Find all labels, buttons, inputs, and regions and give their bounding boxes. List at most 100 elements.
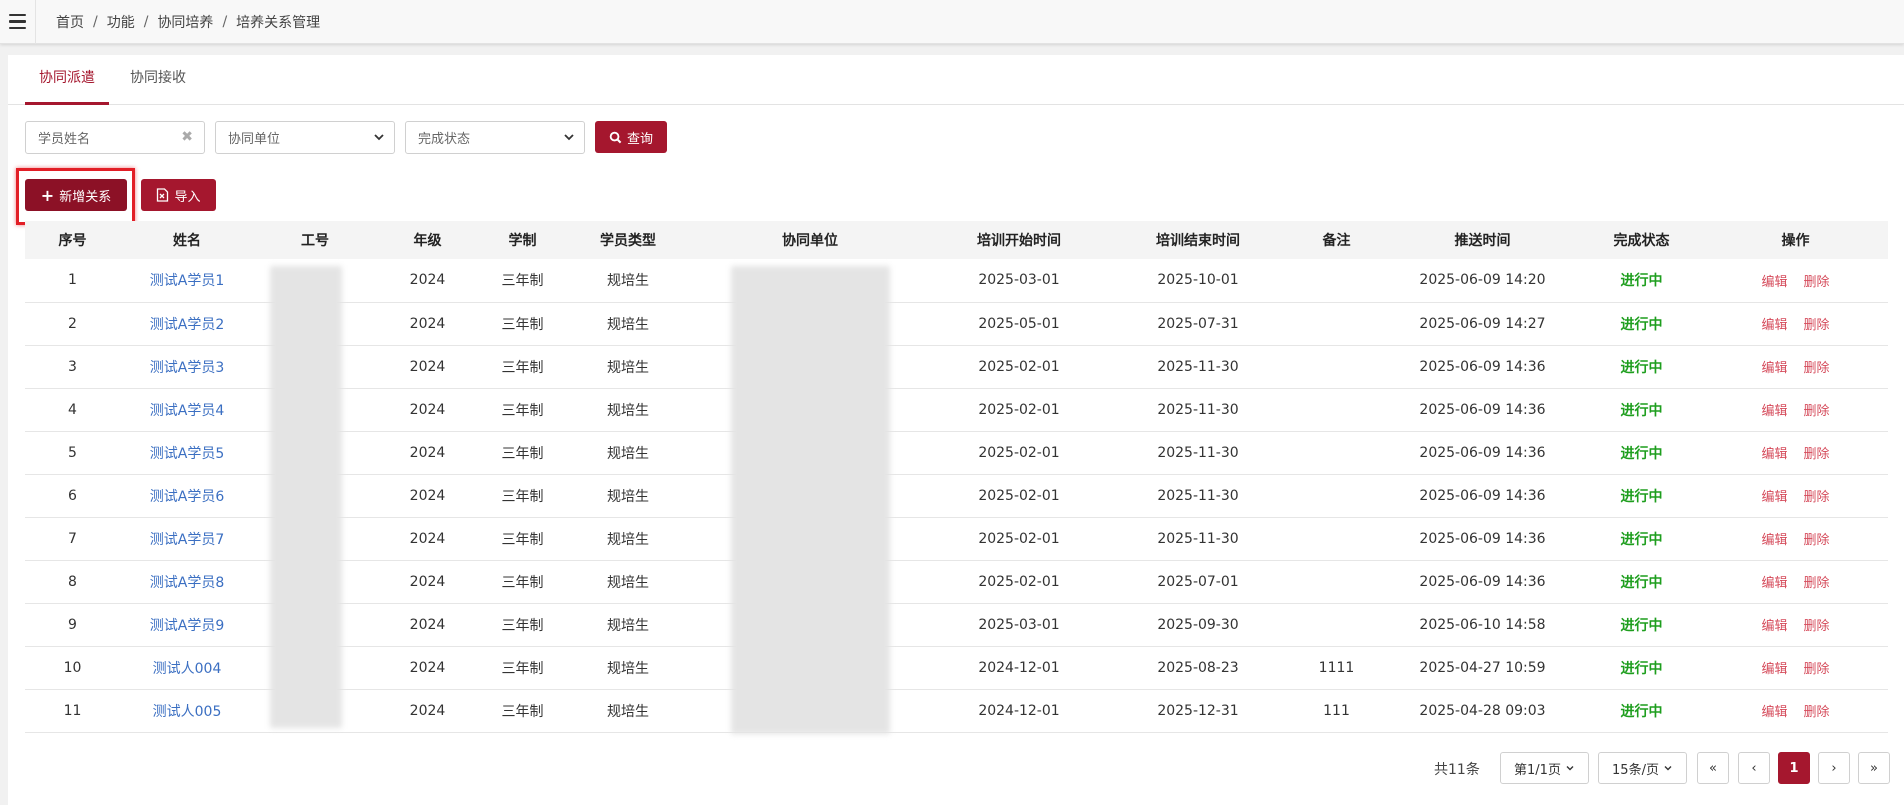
edit-link[interactable]: 编辑 — [1761, 576, 1787, 591]
cell-status: 进行中 — [1620, 703, 1663, 720]
cell-system: 三年制 — [501, 574, 544, 591]
delete-link[interactable]: 删除 — [1804, 576, 1830, 591]
cell-grade: 2024 — [409, 315, 446, 332]
cell-name[interactable]: 测试A学员4 — [120, 388, 254, 431]
cell-push: 2025-06-09 14:36 — [1419, 401, 1546, 418]
cell-no: 7 — [68, 530, 77, 547]
cell-system: 三年制 — [501, 402, 544, 419]
edit-link[interactable]: 编辑 — [1761, 275, 1787, 290]
cell-name[interactable]: 测试A学员2 — [120, 302, 254, 345]
page-size-label: 15条/页 — [1612, 762, 1659, 778]
cell-note — [1288, 388, 1385, 431]
header-status: 完成状态 — [1613, 233, 1670, 249]
cell-push: 2025-06-09 14:36 — [1419, 487, 1546, 504]
cell-status: 进行中 — [1620, 273, 1663, 290]
cell-name[interactable]: 测试A学员5 — [120, 431, 254, 474]
import-label: 导入 — [174, 189, 201, 205]
cell-start: 2025-03-01 — [978, 616, 1060, 633]
page-info-dropdown[interactable]: 第1/1页 — [1500, 752, 1589, 784]
current-page-button[interactable]: 1 — [1778, 752, 1810, 784]
cell-name[interactable]: 测试A学员6 — [120, 474, 254, 517]
cell-actions: 编辑 删除 — [1703, 689, 1888, 732]
delete-link[interactable]: 删除 — [1804, 404, 1830, 419]
edit-link[interactable]: 编辑 — [1761, 447, 1787, 462]
import-button[interactable]: 导入 — [141, 179, 216, 211]
student-name-input[interactable]: 学员姓名 ✖ — [25, 121, 205, 154]
cell-name[interactable]: 测试A学员1 — [120, 259, 254, 302]
cell-system: 三年制 — [501, 488, 544, 505]
page-size-dropdown[interactable]: 15条/页 — [1598, 752, 1687, 784]
edit-link[interactable]: 编辑 — [1761, 318, 1787, 333]
tab-dispatch[interactable]: 协同派遣 — [25, 55, 109, 105]
header-name: 姓名 — [173, 233, 201, 249]
cell-name[interactable]: 测试人005 — [120, 689, 254, 732]
cell-end: 2025-11-30 — [1157, 487, 1239, 504]
clear-icon[interactable]: ✖ — [181, 129, 193, 145]
cell-name[interactable]: 测试人004 — [120, 646, 254, 689]
edit-link[interactable]: 编辑 — [1761, 705, 1787, 720]
delete-link[interactable]: 删除 — [1804, 275, 1830, 290]
hamburger-menu-icon[interactable] — [0, 0, 36, 44]
cell-name[interactable]: 测试A学员7 — [120, 517, 254, 560]
cell-type: 规培生 — [607, 488, 649, 505]
delete-link[interactable]: 删除 — [1804, 705, 1830, 720]
cell-actions: 编辑 删除 — [1703, 603, 1888, 646]
delete-link[interactable]: 删除 — [1804, 662, 1830, 677]
first-page-button[interactable]: « — [1697, 752, 1729, 784]
cell-start: 2025-05-01 — [978, 315, 1060, 332]
header-unit: 协同单位 — [782, 233, 838, 249]
cell-note: 111 — [1323, 702, 1350, 719]
cell-note — [1288, 345, 1385, 388]
cell-system: 三年制 — [501, 703, 544, 720]
delete-link[interactable]: 删除 — [1804, 619, 1830, 634]
redacted-unit-column — [731, 266, 890, 734]
cell-status: 进行中 — [1620, 316, 1663, 333]
last-page-button[interactable]: » — [1858, 752, 1890, 784]
cell-end: 2025-11-30 — [1157, 358, 1239, 375]
cell-name[interactable]: 测试A学员3 — [120, 345, 254, 388]
unit-select[interactable]: 协同单位 — [215, 121, 395, 154]
cell-no: 10 — [63, 659, 82, 676]
cell-note: 1111 — [1318, 659, 1355, 676]
cell-system: 三年制 — [501, 273, 544, 290]
cell-note — [1288, 474, 1385, 517]
cell-type: 规培生 — [607, 273, 649, 290]
edit-link[interactable]: 编辑 — [1761, 533, 1787, 548]
cell-system: 三年制 — [501, 359, 544, 376]
query-button[interactable]: 查询 — [595, 121, 667, 153]
cell-end: 2025-07-31 — [1157, 315, 1239, 332]
prev-page-button[interactable]: ‹ — [1738, 752, 1770, 784]
cell-name[interactable]: 测试A学员9 — [120, 603, 254, 646]
edit-link[interactable]: 编辑 — [1761, 404, 1787, 419]
cell-no: 5 — [68, 444, 77, 461]
cell-name[interactable]: 测试A学员8 — [120, 560, 254, 603]
cell-note — [1288, 603, 1385, 646]
next-page-button[interactable]: › — [1818, 752, 1850, 784]
delete-link[interactable]: 删除 — [1804, 361, 1830, 376]
cell-start: 2025-02-01 — [978, 444, 1060, 461]
cell-note — [1288, 431, 1385, 474]
cell-no: 2 — [68, 315, 77, 332]
edit-link[interactable]: 编辑 — [1761, 619, 1787, 634]
cell-type: 规培生 — [607, 402, 649, 419]
cell-end: 2025-10-01 — [1157, 272, 1239, 289]
delete-link[interactable]: 删除 — [1804, 490, 1830, 505]
edit-link[interactable]: 编辑 — [1761, 361, 1787, 376]
page-info-label: 第1/1页 — [1514, 762, 1561, 778]
delete-link[interactable]: 删除 — [1804, 447, 1830, 462]
breadcrumb-home[interactable]: 首页 — [56, 12, 84, 32]
cell-grade: 2024 — [409, 358, 446, 375]
status-select[interactable]: 完成状态 — [405, 121, 585, 154]
tab-receive[interactable]: 协同接收 — [120, 55, 196, 105]
cell-grade: 2024 — [409, 401, 446, 418]
edit-link[interactable]: 编辑 — [1761, 490, 1787, 505]
cell-end: 2025-08-23 — [1157, 659, 1239, 676]
breadcrumb-collab[interactable]: 协同培养 — [157, 12, 213, 32]
header-start: 培训开始时间 — [977, 233, 1061, 249]
cell-push: 2025-06-10 14:58 — [1419, 616, 1546, 633]
delete-link[interactable]: 删除 — [1804, 533, 1830, 548]
breadcrumb-function[interactable]: 功能 — [107, 12, 135, 32]
edit-link[interactable]: 编辑 — [1761, 662, 1787, 677]
student-name-placeholder: 学员姓名 — [38, 132, 91, 147]
delete-link[interactable]: 删除 — [1804, 318, 1830, 333]
